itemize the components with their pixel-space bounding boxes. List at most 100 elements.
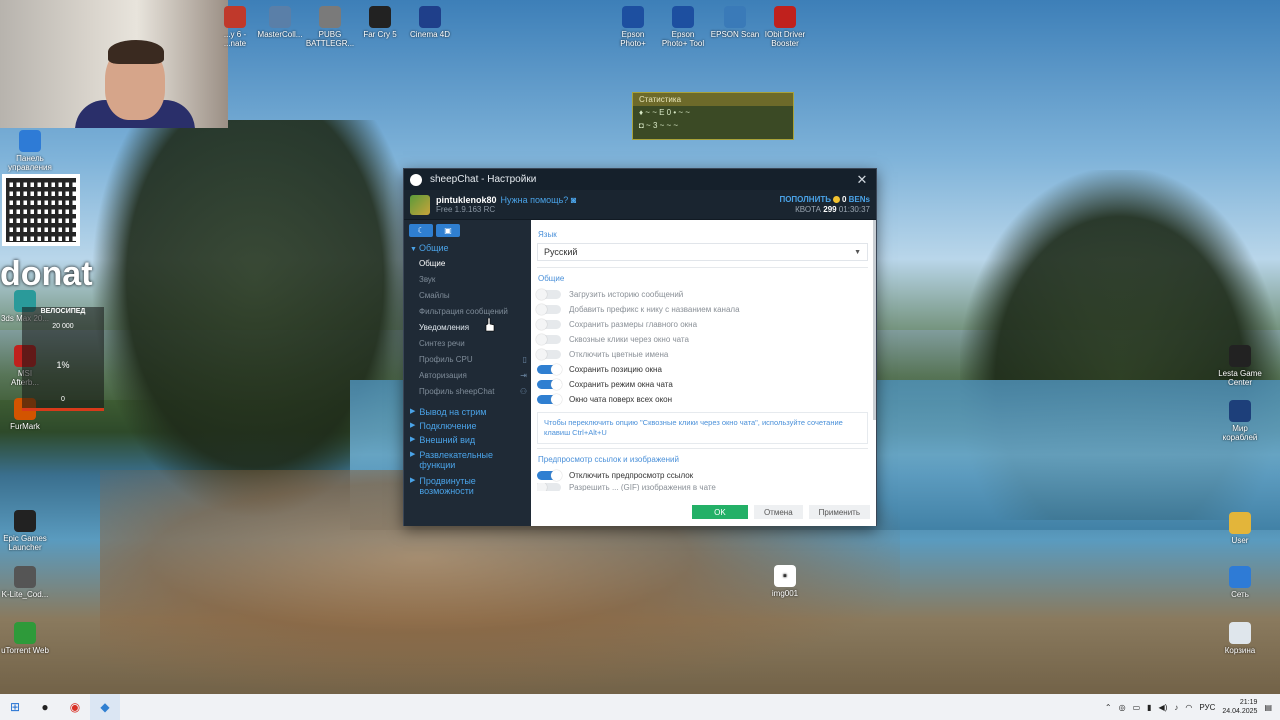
desktop-icon-label: MasterColl... xyxy=(257,30,303,39)
desktop-icon-label: ...y 6 - ...nate xyxy=(223,30,247,48)
sidebar-item-0[interactable]: Общие xyxy=(404,255,531,271)
desktop-icon-top-8[interactable]: IObit Driver Booster xyxy=(755,6,815,48)
taskbar-app-chrome[interactable]: ◉ xyxy=(60,694,90,720)
sidebar-item-label: Уведомления xyxy=(419,323,470,332)
desktop-icon-left-5[interactable]: K-Lite_Cod... xyxy=(0,566,55,599)
goal-target: 20 000 xyxy=(52,323,74,330)
sidebar-item-label: Фильтрация сообщений xyxy=(419,307,508,316)
desktop-icon-right-3[interactable]: Сеть xyxy=(1210,566,1270,599)
sidebar-section-label: Продвинутые возможности xyxy=(419,476,476,496)
window-titlebar[interactable]: sheepChat - Настройки ✕ xyxy=(404,169,876,190)
farcry-icon xyxy=(369,6,391,28)
tray-app-icon[interactable]: ◎ xyxy=(1119,703,1126,712)
desktop-icon-right-1[interactable]: Мир кораблей xyxy=(1210,400,1270,442)
speaker-icon[interactable]: ♪ xyxy=(1174,703,1178,712)
sidebar-item-8[interactable]: Профиль sheepChat ⚇ xyxy=(404,383,531,399)
toggle-switch-1[interactable] xyxy=(536,304,561,315)
sidebar-item-5[interactable]: Синтез речи xyxy=(404,335,531,351)
desktop-icon-right-4[interactable]: Корзина xyxy=(1210,622,1270,655)
toggle-label: Сквозные клики через окно чата xyxy=(569,335,689,344)
sidebar-section-2[interactable]: ▶ Внешний вид xyxy=(404,433,531,447)
desktop-icon-right-2[interactable]: User xyxy=(1210,512,1270,545)
klite-icon xyxy=(14,566,36,588)
ok-button[interactable]: OK xyxy=(691,505,748,519)
discord-icon[interactable]: ◙ xyxy=(571,195,576,205)
sidebar-item-label: Профиль CPU xyxy=(419,355,473,364)
sidebar-item-3[interactable]: Фильтрация сообщений xyxy=(404,303,531,319)
language-select[interactable]: Русский ▼ xyxy=(537,243,868,261)
sidebar-item-6[interactable]: Профиль CPU ▯ xyxy=(404,351,531,367)
sidebar-item-4[interactable]: Уведомления xyxy=(404,319,531,335)
quota-label: КВОТА xyxy=(795,204,822,214)
notification-icon[interactable]: ▤ xyxy=(1264,703,1272,712)
usb-icon[interactable]: ▮ xyxy=(1147,703,1151,712)
chevron-right-icon: ▶ xyxy=(410,477,416,484)
clock[interactable]: 21:19 24.04.2025 xyxy=(1222,698,1257,716)
toggle-switch-0[interactable] xyxy=(536,289,561,300)
taskbar: ⊞ ● ◉ ◆ ⌃ ◎ ▭ ▮ ◀) ♪ ◠ РУС 21:19 24.04.2… xyxy=(0,694,1280,720)
desktop-icon-label: Мир кораблей xyxy=(1222,424,1258,442)
sidebar-section-4[interactable]: ▶ Продвинутые возможности xyxy=(404,473,531,499)
toggle-switch-5[interactable] xyxy=(537,364,562,375)
settings-scroll-area[interactable]: Язык Русский ▼ Общие Загрузить историю с… xyxy=(531,220,876,498)
desktop-icon-img001[interactable]: ▪ img001 xyxy=(755,565,815,598)
sidebar-section-1[interactable]: ▶ Подключение xyxy=(404,419,531,433)
apply-button[interactable]: Применить xyxy=(808,505,870,519)
taskbar-app-obs[interactable]: ● xyxy=(30,694,60,720)
goal-progress-bar xyxy=(22,408,104,411)
desktop-icon-left-4[interactable]: Epic Games Launcher xyxy=(0,510,55,552)
desktop-icon-top-6[interactable]: Epson Photo+ Tool xyxy=(653,6,713,48)
avatar[interactable] xyxy=(410,194,430,215)
toggle-switch-4[interactable] xyxy=(536,349,561,360)
cinema4d-icon xyxy=(419,6,441,28)
collection-icon xyxy=(269,6,291,28)
desktop-icon-label: Cinema 4D xyxy=(409,30,450,39)
dialog-footer: OK Отмена Применить xyxy=(531,498,876,526)
sidebar-section-label: Внешний вид xyxy=(419,435,476,445)
hint-box: Чтобы переключить опцию "Сквозные клики … xyxy=(537,412,868,444)
epson-photo-icon xyxy=(622,6,644,28)
sidebar-item-7[interactable]: Авторизация ⇥ xyxy=(404,367,531,383)
input-language[interactable]: РУС xyxy=(1199,703,1215,712)
topup-link[interactable]: ПОПОЛНИТЬ xyxy=(779,195,831,204)
taskbar-app-sheepchat[interactable]: ◆ xyxy=(90,694,120,720)
start-button[interactable]: ⊞ xyxy=(0,694,30,720)
toggle-switch-3[interactable] xyxy=(536,334,561,345)
desktop-icon-label: PUBG BATTLEGR... xyxy=(305,30,355,48)
desktop-icon-left-0[interactable]: Панель управления xyxy=(0,130,60,172)
desktop-icon-label: Epic Games Launcher xyxy=(3,534,47,552)
night-mode-button[interactable]: ☾ xyxy=(409,224,433,237)
settings-window: sheepChat - Настройки ✕ pintuklenok80 Нуж… xyxy=(403,168,877,526)
ships-icon xyxy=(1229,400,1251,422)
desktop-icon-left-6[interactable]: uTorrent Web xyxy=(0,622,55,655)
sidebar-item-1[interactable]: Звук xyxy=(404,271,531,287)
tray-chevron-icon[interactable]: ⌃ xyxy=(1105,703,1112,712)
scrollbar[interactable] xyxy=(873,220,876,420)
toggle-switch-2[interactable] xyxy=(536,319,561,330)
sidebar-section-3[interactable]: ▶ Развлекательные функции xyxy=(404,447,531,473)
sidebar-item-2[interactable]: Смайлы xyxy=(404,287,531,303)
sidebar-section-0[interactable]: ▶ Вывод на стрим xyxy=(404,405,531,419)
desktop-icon-top-4[interactable]: Cinema 4D xyxy=(400,6,460,39)
language-select-value: Русский xyxy=(544,247,578,257)
desktop-icon-label: Far Cry 5 xyxy=(363,30,397,39)
wifi-icon[interactable]: ◠ xyxy=(1185,703,1192,712)
user-folder-icon xyxy=(1229,512,1251,534)
network-icon[interactable]: ▭ xyxy=(1133,703,1141,712)
toggle-switch-6[interactable] xyxy=(537,379,562,390)
toggle-label: Отключить цветные имена xyxy=(569,350,669,359)
toggle-disable-preview[interactable] xyxy=(537,470,562,481)
desktop-icon-right-0[interactable]: Lesta Game Center xyxy=(1210,345,1270,387)
toggle-row-5: Сохранить позицию окна xyxy=(537,362,868,377)
volume-icon[interactable]: ◀) xyxy=(1159,703,1168,712)
help-link[interactable]: Нужна помощь? xyxy=(501,195,569,205)
cancel-button[interactable]: Отмена xyxy=(753,505,803,519)
stats-line-2: ◘ ~ 3 ~ ~ ~ xyxy=(639,121,679,130)
toggle-cut[interactable] xyxy=(537,483,561,491)
toggle-label: Сохранить режим окна чата xyxy=(569,380,673,389)
sidebar-section-general[interactable]: ▼ Общие xyxy=(404,241,531,255)
toggle-switch-7[interactable] xyxy=(537,394,562,405)
close-icon[interactable]: ✕ xyxy=(848,172,876,188)
chevron-right-icon: ▶ xyxy=(410,451,416,458)
save-button[interactable]: ▣ xyxy=(436,224,460,237)
